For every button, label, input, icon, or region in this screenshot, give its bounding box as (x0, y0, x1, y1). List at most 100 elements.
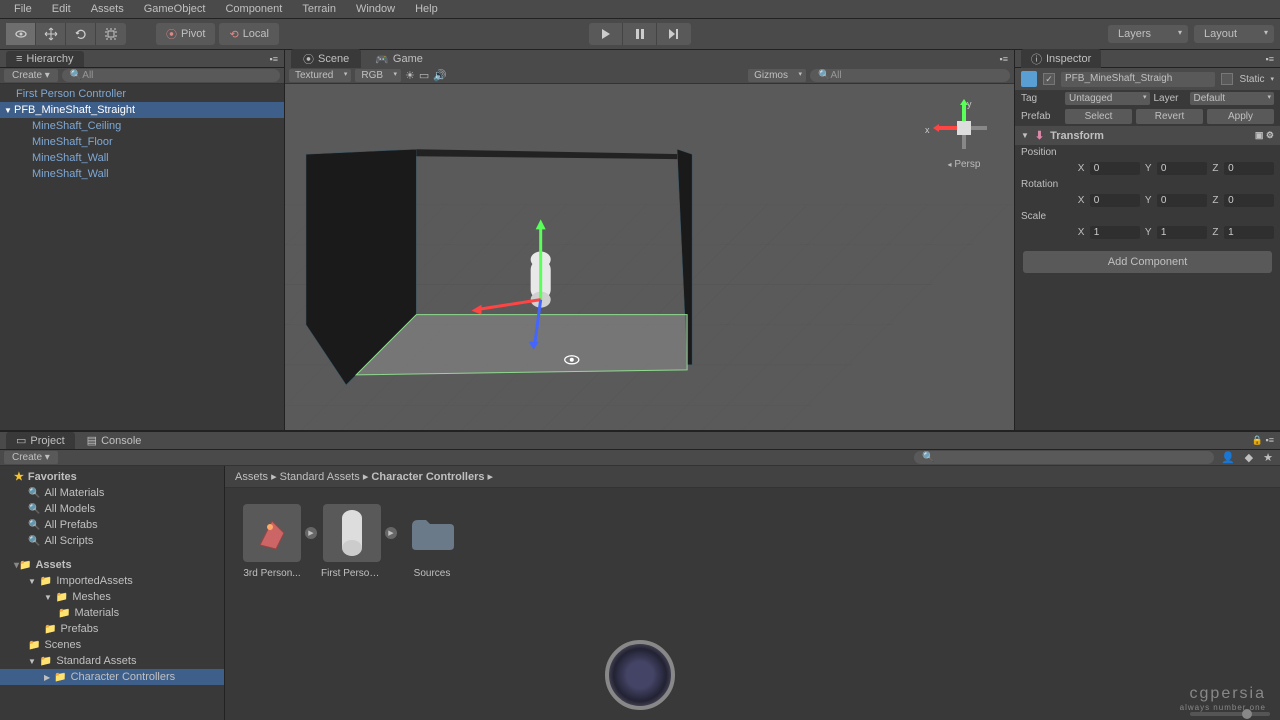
prefab-icon (1021, 71, 1037, 87)
hierarchy-search[interactable]: 🔍All (62, 69, 280, 82)
scl-y[interactable]: 1 (1157, 226, 1207, 239)
menu-gameobject[interactable]: GameObject (134, 3, 216, 15)
local-toggle[interactable]: ⟲Local (219, 23, 279, 45)
scene-search[interactable]: 🔍All (810, 69, 1010, 82)
project-tree: ★Favorites 🔍All Materials 🔍All Models 🔍A… (0, 466, 225, 720)
scl-z[interactable]: 1 (1224, 226, 1274, 239)
tree-folder[interactable]: ▶📁Character Controllers (0, 669, 224, 685)
light-toggle-icon[interactable]: ☀ (405, 69, 415, 82)
hierarchy-item[interactable]: ▼PFB_MineShaft_Straight (0, 102, 284, 118)
transform-component[interactable]: ▼⬇Transform ▣ ⚙ (1015, 126, 1280, 145)
save-search-icon[interactable]: ★ (1260, 451, 1276, 464)
tree-folder[interactable]: ▼📁Meshes (0, 589, 224, 605)
favorite-item[interactable]: 🔍All Models (0, 501, 224, 517)
breadcrumb-item[interactable]: Character Controllers (371, 471, 484, 483)
layer-dropdown[interactable]: Default (1190, 92, 1275, 105)
hierarchy-list: First Person Controller ▼PFB_MineShaft_S… (0, 84, 284, 184)
filter-icon[interactable]: 👤 (1218, 451, 1238, 464)
hierarchy-tab[interactable]: ≡ Hierarchy (6, 51, 84, 67)
play-button[interactable] (589, 23, 623, 45)
hierarchy-item[interactable]: First Person Controller (0, 86, 284, 102)
asset-item[interactable]: ▶ 3rd Person... (241, 504, 303, 579)
scl-x[interactable]: 1 (1090, 226, 1140, 239)
project-create[interactable]: Create ▾ (4, 451, 58, 464)
asset-item[interactable]: Sources (401, 504, 463, 579)
pivot-toggle[interactable]: ⦿Pivot (156, 23, 215, 45)
project-search[interactable]: 🔍 (914, 451, 1214, 464)
scene-panel: ⦿ Scene 🎮 Game ▪≡ Textured RGB ☀ ▭ 🔊 Giz… (285, 50, 1015, 430)
scene-tab[interactable]: ⦿ Scene (291, 49, 361, 69)
rot-x[interactable]: 0 (1090, 194, 1140, 207)
render-mode[interactable]: RGB (355, 69, 401, 82)
image-toggle-icon[interactable]: ▭ (419, 69, 429, 82)
scene-viewport[interactable]: ◂ Persp y x (285, 84, 1014, 430)
menu-help[interactable]: Help (405, 3, 448, 15)
hierarchy-item[interactable]: MineShaft_Wall (0, 166, 284, 182)
menu-edit[interactable]: Edit (42, 3, 81, 15)
pause-button[interactable] (623, 23, 657, 45)
prefab-apply[interactable]: Apply (1207, 109, 1274, 124)
tree-folder[interactable]: 📁Materials (0, 605, 224, 621)
step-button[interactable] (657, 23, 691, 45)
assets-header[interactable]: ▾📁Assets (0, 557, 224, 573)
menubar: File Edit Assets GameObject Component Te… (0, 0, 1280, 19)
move-tool[interactable] (36, 23, 66, 45)
play-icon: ▶ (385, 527, 397, 539)
breadcrumb-item[interactable]: Standard Assets (280, 471, 360, 483)
pos-x[interactable]: 0 (1090, 162, 1140, 175)
add-component-button[interactable]: Add Component (1023, 251, 1272, 273)
menu-file[interactable]: File (4, 3, 42, 15)
pos-z[interactable]: 0 (1224, 162, 1274, 175)
hierarchy-item[interactable]: MineShaft_Ceiling (0, 118, 284, 134)
breadcrumb: Assets ▸ Standard Assets ▸ Character Con… (225, 466, 1280, 488)
prefab-select[interactable]: Select (1065, 109, 1132, 124)
hierarchy-item[interactable]: MineShaft_Floor (0, 134, 284, 150)
game-tab[interactable]: 🎮 Game (363, 51, 435, 68)
tag-dropdown[interactable]: Untagged (1065, 92, 1150, 105)
play-controls (589, 23, 691, 45)
rotate-tool[interactable] (66, 23, 96, 45)
shading-mode[interactable]: Textured (289, 69, 351, 82)
layers-dropdown[interactable]: Layers (1108, 25, 1188, 43)
layout-dropdown[interactable]: Layout (1194, 25, 1274, 43)
asset-grid: ▶ 3rd Person... ▶ First Person... Source… (225, 488, 1280, 595)
hand-tool[interactable] (6, 23, 36, 45)
menu-window[interactable]: Window (346, 3, 405, 15)
static-checkbox[interactable] (1221, 73, 1233, 85)
breadcrumb-item[interactable]: Assets (235, 471, 268, 483)
project-tab[interactable]: ▭ Project (6, 432, 75, 449)
console-tab[interactable]: ▤ Console (77, 432, 152, 449)
gameobject-name-field[interactable]: PFB_MineShaft_Straigh (1061, 72, 1215, 87)
play-icon: ▶ (305, 527, 317, 539)
active-checkbox[interactable]: ✓ (1043, 73, 1055, 85)
asset-item[interactable]: ▶ First Person... (321, 504, 383, 579)
rot-y[interactable]: 0 (1157, 194, 1207, 207)
orientation-gizmo[interactable]: ◂ Persp y x (929, 99, 999, 179)
rot-z[interactable]: 0 (1224, 194, 1274, 207)
watermark-logo (605, 640, 675, 710)
inspector-tab[interactable]: ⓘ Inspector (1021, 49, 1101, 69)
audio-toggle-icon[interactable]: 🔊 (433, 69, 447, 82)
favorite-item[interactable]: 🔍All Prefabs (0, 517, 224, 533)
thumbnail-size-slider[interactable] (1190, 712, 1270, 716)
inspector-panel: ⓘ Inspector▪≡ ✓ PFB_MineShaft_Straigh St… (1015, 50, 1280, 430)
tree-folder[interactable]: ▼📁ImportedAssets (0, 573, 224, 589)
tree-folder[interactable]: ▼📁Standard Assets (0, 653, 224, 669)
scale-tool[interactable] (96, 23, 126, 45)
filter-type-icon[interactable]: ◆ (1242, 451, 1256, 464)
favorite-item[interactable]: 🔍All Materials (0, 485, 224, 501)
prefab-revert[interactable]: Revert (1136, 109, 1203, 124)
pos-y[interactable]: 0 (1157, 162, 1207, 175)
transform-tools (6, 23, 126, 45)
hierarchy-create[interactable]: Create ▾ (4, 69, 58, 82)
favorite-item[interactable]: 🔍All Scripts (0, 533, 224, 549)
menu-component[interactable]: Component (215, 3, 292, 15)
menu-terrain[interactable]: Terrain (292, 3, 346, 15)
tree-folder[interactable]: 📁Prefabs (0, 621, 224, 637)
gizmos-dropdown[interactable]: Gizmos (748, 69, 806, 82)
menu-assets[interactable]: Assets (81, 3, 134, 15)
tree-folder[interactable]: 📁Scenes (0, 637, 224, 653)
favorites-header[interactable]: ★Favorites (0, 468, 224, 485)
hierarchy-item[interactable]: MineShaft_Wall (0, 150, 284, 166)
hierarchy-panel: ≡ Hierarchy▪≡ Create ▾ 🔍All First Person… (0, 50, 285, 430)
